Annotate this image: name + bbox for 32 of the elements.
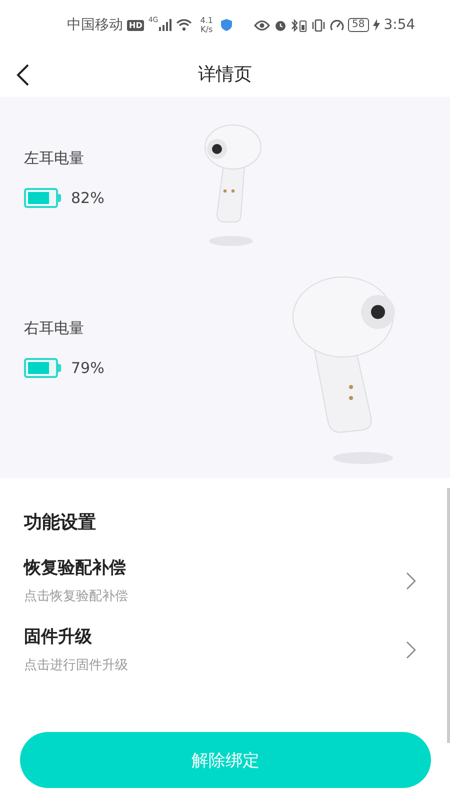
bluetooth-battery-icon (290, 18, 307, 32)
earbud-battery-label: 左耳电量 (24, 149, 85, 168)
alarm-icon (274, 18, 287, 32)
eye-icon (254, 20, 270, 30)
chevron-right-icon (406, 640, 416, 658)
signal-icon (158, 19, 172, 31)
battery-icon (24, 358, 61, 378)
section-title: 功能设置 (24, 511, 97, 534)
item-subtitle: 点击进行固件升级 (24, 657, 128, 674)
carrier-name: 中国移动 (67, 16, 123, 34)
battery-percent: 79% (71, 359, 104, 377)
shield-icon (220, 19, 232, 31)
speed-unit: K/s (200, 25, 213, 34)
vibrate-icon (310, 18, 326, 32)
earbud-battery-label: 右耳电量 (24, 319, 85, 338)
settings-item[interactable]: 恢复验配补偿 点击恢复验配补偿 (24, 556, 426, 605)
network-speed: 4.1 (200, 16, 213, 25)
item-title: 固件升级 (24, 626, 93, 648)
item-title: 恢复验配补偿 (24, 557, 127, 579)
back-icon (16, 64, 30, 86)
charging-icon (372, 19, 380, 31)
clock-time: 3:54 (384, 17, 416, 33)
chevron-right-icon (406, 572, 416, 590)
page-title: 详情页 (198, 62, 252, 86)
hd-badge: HD (127, 20, 144, 30)
speedometer-icon (330, 18, 344, 32)
wifi-icon (176, 19, 192, 31)
battery-percent: 82% (71, 189, 104, 207)
battery-level: 58 (348, 18, 369, 32)
settings-item[interactable]: 固件升级 点击进行固件升级 (24, 625, 426, 674)
battery-icon (24, 188, 61, 208)
item-subtitle: 点击恢复验配补偿 (24, 588, 128, 605)
